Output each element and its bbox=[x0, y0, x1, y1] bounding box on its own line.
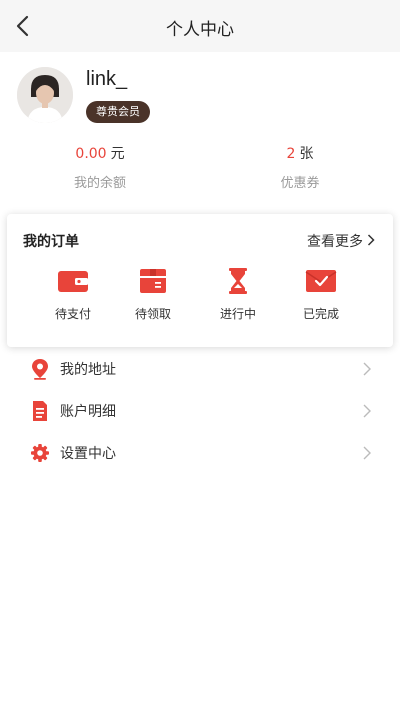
coupon-count: 2 bbox=[286, 146, 296, 162]
order-in-progress[interactable]: 进行中 bbox=[203, 267, 273, 322]
orders-title: 我的订单 bbox=[23, 234, 79, 250]
view-more-orders-link[interactable]: 查看更多 bbox=[307, 231, 375, 251]
member-badge: 尊贵会员 bbox=[86, 101, 150, 123]
chevron-right-icon bbox=[367, 234, 375, 250]
user-avatar-icon bbox=[17, 67, 73, 123]
page-title: 个人中心 bbox=[166, 20, 234, 40]
coupon-value: 2张 bbox=[200, 144, 400, 164]
chevron-right-icon bbox=[362, 361, 372, 377]
avatar[interactable] bbox=[17, 67, 73, 123]
menu-item-address[interactable]: 我的地址 bbox=[0, 348, 400, 390]
envelope-check-icon bbox=[305, 270, 337, 292]
wallet-icon bbox=[58, 271, 88, 292]
order-completed[interactable]: 已完成 bbox=[286, 267, 356, 322]
order-pending-pickup[interactable]: 待领取 bbox=[118, 267, 188, 322]
chevron-right-icon bbox=[362, 403, 372, 419]
coupon-unit: 张 bbox=[299, 146, 314, 162]
view-more-label: 查看更多 bbox=[307, 234, 363, 250]
location-pin-icon bbox=[30, 358, 50, 380]
menu-label-account-details: 账户明细 bbox=[60, 404, 116, 420]
balance-label: 我的余额 bbox=[73, 176, 126, 191]
coupon-stat[interactable]: 2张 优惠券 bbox=[200, 144, 400, 191]
gear-icon bbox=[30, 442, 50, 464]
menu-label-address: 我的地址 bbox=[60, 362, 116, 378]
order-label-in-progress: 进行中 bbox=[219, 307, 256, 321]
menu-item-settings[interactable]: 设置中心 bbox=[0, 432, 400, 474]
hourglass-icon bbox=[229, 268, 247, 294]
top-nav-bar: 个人中心 bbox=[0, 0, 400, 52]
coupon-label: 优惠券 bbox=[280, 176, 320, 191]
document-icon bbox=[30, 400, 50, 422]
order-pending-payment[interactable]: 待支付 bbox=[38, 267, 108, 322]
order-label-pending-pickup: 待领取 bbox=[134, 307, 171, 321]
balance-amount: 0.00 bbox=[75, 146, 107, 162]
order-label-completed: 已完成 bbox=[302, 307, 339, 321]
menu-label-settings: 设置中心 bbox=[60, 446, 116, 462]
orders-card: 我的订单 查看更多 待支付 待领取 进行中 已完成 bbox=[7, 214, 393, 347]
username: link_ bbox=[86, 68, 128, 90]
package-icon bbox=[140, 269, 166, 293]
balance-value: 0.00 元 bbox=[0, 144, 200, 164]
chevron-right-icon bbox=[362, 445, 372, 461]
menu-item-account-details[interactable]: 账户明细 bbox=[0, 390, 400, 432]
balance-stat[interactable]: 0.00 元 我的余额 bbox=[0, 144, 200, 191]
order-label-pending-payment: 待支付 bbox=[54, 307, 91, 321]
balance-unit: 元 bbox=[110, 146, 125, 162]
profile-section: link_ 尊贵会员 0.00 元 我的余额 2张 优惠券 bbox=[0, 52, 400, 212]
